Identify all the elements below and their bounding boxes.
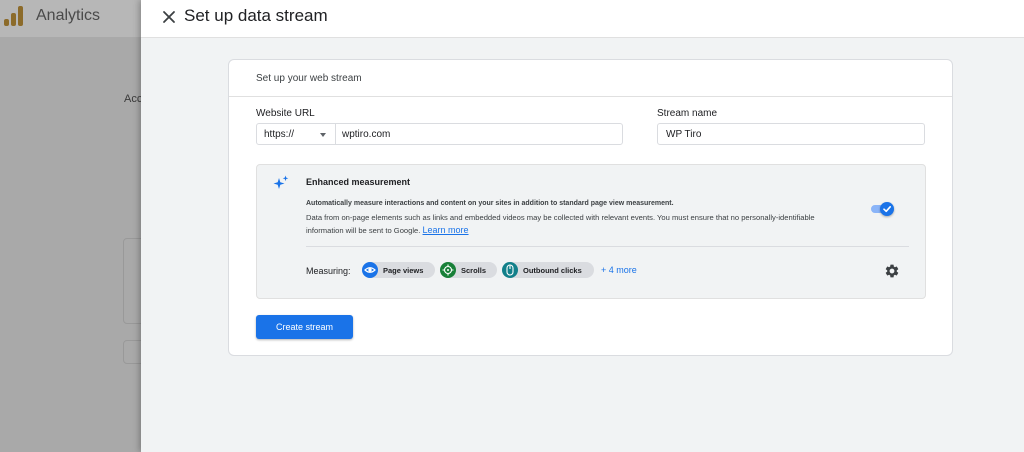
chip-label: Outbound clicks: [523, 266, 582, 275]
protocol-value: https://: [264, 129, 295, 140]
check-icon: [883, 206, 891, 213]
toggle-knob: [880, 202, 894, 216]
close-icon[interactable]: [159, 7, 179, 27]
stream-name-label: Stream name: [657, 108, 718, 119]
eye-icon: [362, 262, 378, 278]
card-header: Set up your web stream: [229, 60, 952, 97]
enhanced-measurement-toggle[interactable]: [871, 202, 894, 216]
learn-more-link[interactable]: Learn more: [423, 225, 469, 235]
panel-header: Set up data stream: [141, 0, 1024, 38]
stream-name-input[interactable]: [657, 123, 925, 145]
more-measurements-link[interactable]: + 4 more: [601, 265, 637, 275]
background-partial-text: Acc: [124, 93, 143, 105]
description-text: Data from on-page elements such as links…: [306, 213, 815, 235]
chevron-down-icon: [320, 133, 326, 137]
gear-icon[interactable]: [884, 263, 900, 279]
measuring-label: Measuring:: [306, 266, 351, 276]
enhanced-measurement-title: Enhanced measurement: [306, 177, 411, 187]
app-title: Analytics: [36, 7, 101, 24]
analytics-logo-icon: [4, 6, 24, 26]
panel-title: Set up data stream: [184, 6, 328, 25]
create-stream-button[interactable]: Create stream: [256, 315, 353, 339]
chip-label: Page views: [383, 266, 424, 275]
chip-label: Scrolls: [461, 266, 487, 275]
enhanced-measurement-box: Enhanced measurement Automatically measu…: [256, 164, 926, 299]
divider: [306, 246, 909, 247]
protocol-select[interactable]: https://: [256, 123, 336, 145]
enhanced-measurement-description: Data from on-page elements such as links…: [306, 211, 846, 237]
card-heading: Set up your web stream: [256, 73, 362, 84]
chip-scrolls[interactable]: Scrolls: [440, 262, 497, 278]
enhanced-measurement-summary: Automatically measure interactions and c…: [306, 200, 674, 207]
setup-panel: Set up data stream Set up your web strea…: [141, 0, 1024, 452]
mouse-icon: [502, 262, 518, 278]
web-stream-card: Set up your web stream Website URL https…: [228, 59, 953, 356]
website-url-label: Website URL: [256, 108, 315, 119]
chip-page-views[interactable]: Page views: [362, 262, 435, 278]
sparkle-icon: [273, 175, 289, 191]
website-url-input[interactable]: [335, 123, 623, 145]
crosshair-icon: [440, 262, 456, 278]
chip-outbound-clicks[interactable]: Outbound clicks: [502, 262, 594, 278]
